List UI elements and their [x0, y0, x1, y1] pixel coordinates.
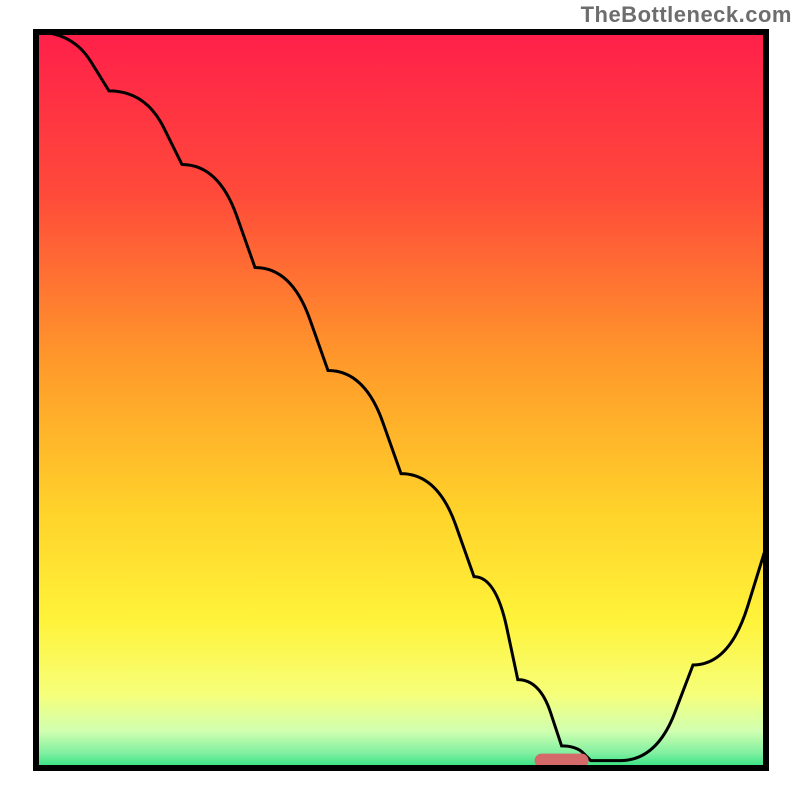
watermark-text: TheBottleneck.com: [581, 2, 792, 28]
plot-background: [36, 32, 766, 768]
bottleneck-chart: [0, 0, 800, 800]
